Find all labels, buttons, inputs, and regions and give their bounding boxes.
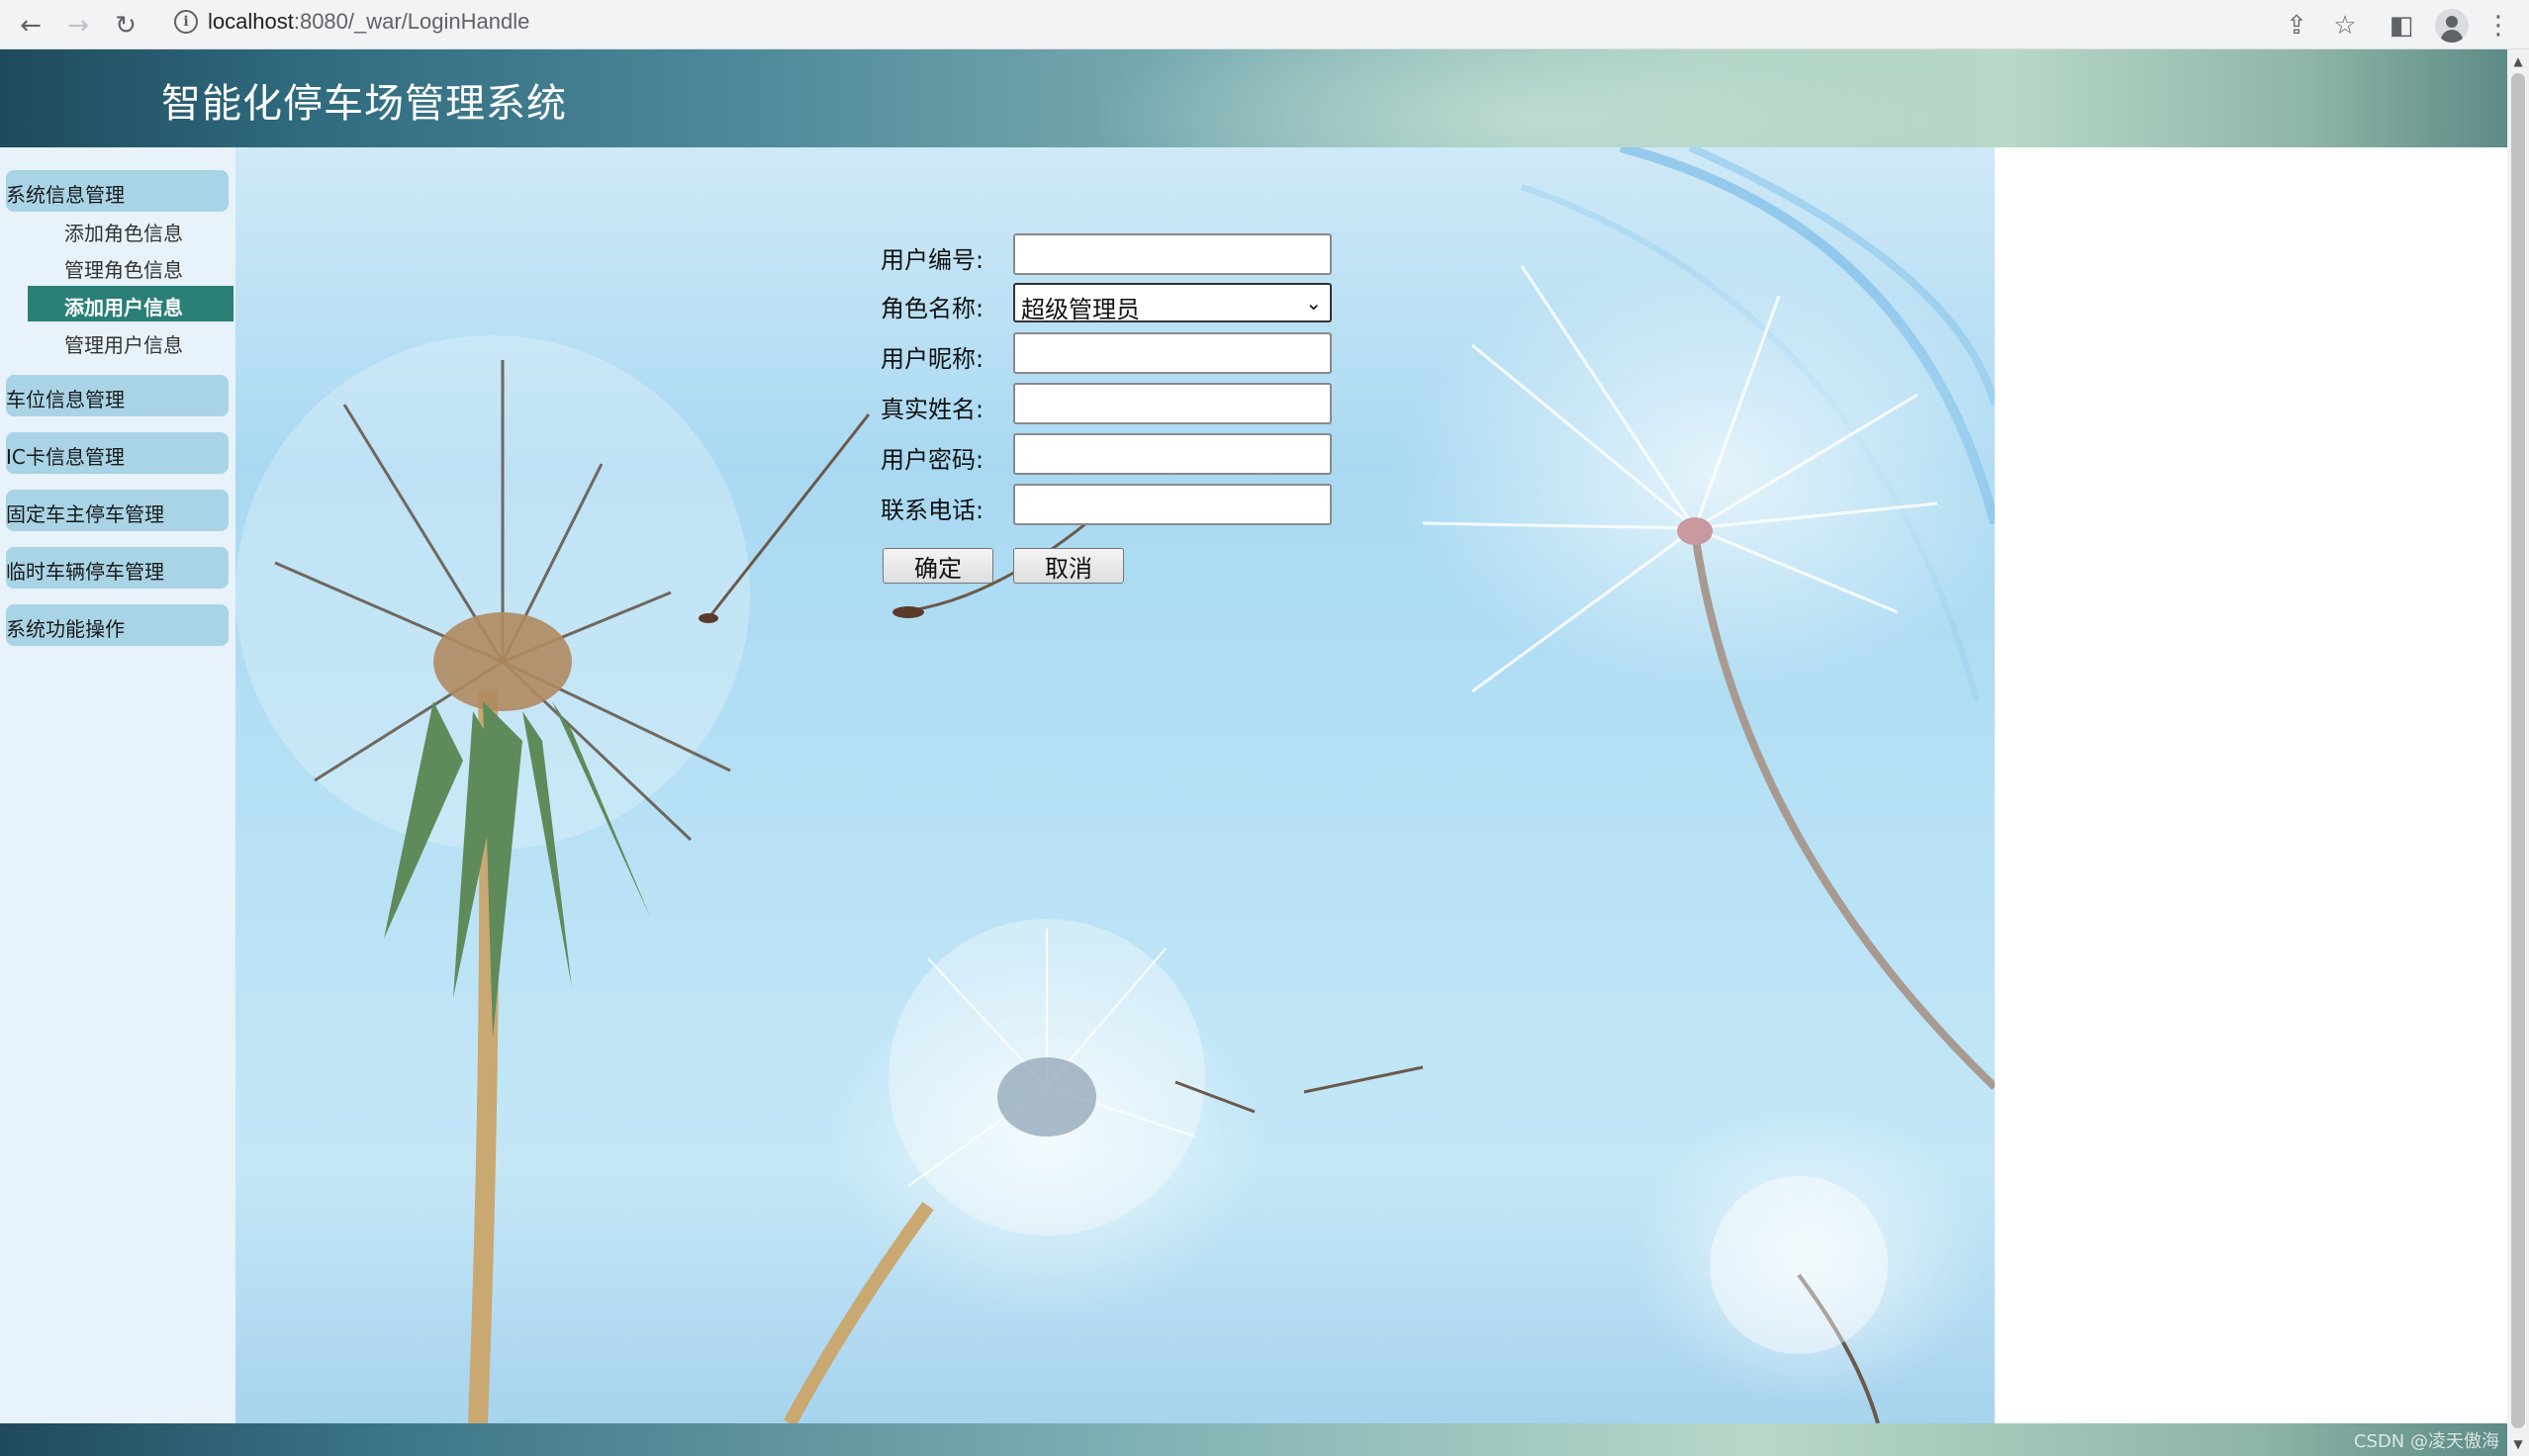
blank-right-area xyxy=(1995,147,2507,1423)
scrollbar-thumb[interactable] xyxy=(2511,73,2525,1428)
menu-group-label: 固定车主停车管理 xyxy=(6,502,164,526)
menu-group-label: 系统功能操作 xyxy=(6,617,125,641)
back-arrow-icon[interactable]: ← xyxy=(14,9,47,43)
app-footer-banner xyxy=(0,1423,2507,1456)
main-content: 用户编号: 角色名称: 超级管理员 ⌄ 用户昵称: 真实姓名: 用户密码: 联系… xyxy=(235,147,1995,1423)
url-path: :8080/_war/LoginHandle xyxy=(293,9,530,34)
user-id-label: 用户编号: xyxy=(881,246,984,274)
forward-arrow-icon[interactable]: → xyxy=(61,9,95,43)
watermark: CSDN @凌天傲海 xyxy=(2353,1431,2499,1452)
confirm-button[interactable]: 确定 xyxy=(883,548,993,584)
app-header-banner: 智能化停车场管理系统 xyxy=(0,49,2507,147)
menu-group-label: IC卡信息管理 xyxy=(6,445,125,469)
profile-avatar-icon[interactable] xyxy=(2435,9,2469,43)
scroll-down-icon[interactable]: ▼ xyxy=(2507,1434,2529,1454)
bookmark-star-icon[interactable]: ☆ xyxy=(2328,9,2362,43)
reload-icon[interactable]: ↻ xyxy=(109,9,142,43)
url-host: localhost xyxy=(208,9,294,34)
user-id-input[interactable] xyxy=(1013,233,1332,275)
site-info-icon[interactable]: i xyxy=(174,10,198,34)
chevron-down-icon: ⌄ xyxy=(1305,291,1322,315)
sub-item-manage-role[interactable]: 管理角色信息 xyxy=(28,248,234,284)
browser-menu-icon[interactable]: ⋮ xyxy=(2482,9,2515,43)
sub-item-label: 管理角色信息 xyxy=(64,258,183,282)
role-name-selected-value: 超级管理员 xyxy=(1021,296,1140,323)
url-text[interactable]: localhost:8080/_war/LoginHandle xyxy=(208,9,529,35)
real-name-label: 真实姓名: xyxy=(881,396,984,423)
sub-item-label: 添加用户信息 xyxy=(64,296,183,319)
menu-group-temporary-parking[interactable]: 临时车辆停车管理 xyxy=(6,547,229,589)
role-name-label: 角色名称: xyxy=(881,295,984,322)
menu-group-fixed-owner-parking[interactable]: 固定车主停车管理 xyxy=(6,490,229,531)
sub-item-label: 添加角色信息 xyxy=(64,222,183,245)
scroll-up-icon[interactable]: ▲ xyxy=(2507,51,2529,71)
vertical-scrollbar[interactable]: ▲ ▼ xyxy=(2507,49,2529,1456)
menu-group-ic-card[interactable]: IC卡信息管理 xyxy=(6,432,229,474)
password-input[interactable] xyxy=(1013,433,1332,475)
menu-group-label: 系统信息管理 xyxy=(6,183,125,207)
menu-group-label: 车位信息管理 xyxy=(6,388,125,411)
sidebar: 系统信息管理 添加角色信息 管理角色信息 添加用户信息 管理用户信息 车位信息管… xyxy=(0,147,235,1423)
menu-group-system-functions[interactable]: 系统功能操作 xyxy=(6,604,229,646)
menu-group-label: 临时车辆停车管理 xyxy=(6,560,164,584)
phone-label: 联系电话: xyxy=(881,497,984,524)
real-name-input[interactable] xyxy=(1013,383,1332,424)
nickname-label: 用户昵称: xyxy=(881,345,984,373)
app-title: 智能化停车场管理系统 xyxy=(161,81,567,127)
phone-input[interactable] xyxy=(1013,484,1332,525)
menu-group-parking-space[interactable]: 车位信息管理 xyxy=(6,375,229,416)
menu-group-system-info[interactable]: 系统信息管理 xyxy=(6,170,229,212)
browser-toolbar: ← → ↻ i localhost:8080/_war/LoginHandle … xyxy=(0,0,2529,49)
sub-item-add-role[interactable]: 添加角色信息 xyxy=(28,212,234,247)
side-panel-icon[interactable]: ◧ xyxy=(2385,9,2418,43)
avatar-head xyxy=(2446,16,2458,28)
sub-item-manage-user[interactable]: 管理用户信息 xyxy=(28,323,234,359)
share-icon[interactable]: ⇪ xyxy=(2280,9,2313,43)
avatar-body xyxy=(2441,30,2463,43)
sub-item-add-user[interactable]: 添加用户信息 xyxy=(28,286,234,321)
cancel-button[interactable]: 取消 xyxy=(1013,548,1124,584)
password-label: 用户密码: xyxy=(881,446,984,474)
role-name-select[interactable]: 超级管理员 ⌄ xyxy=(1013,283,1332,323)
sub-item-label: 管理用户信息 xyxy=(64,333,183,357)
nickname-input[interactable] xyxy=(1013,332,1332,374)
